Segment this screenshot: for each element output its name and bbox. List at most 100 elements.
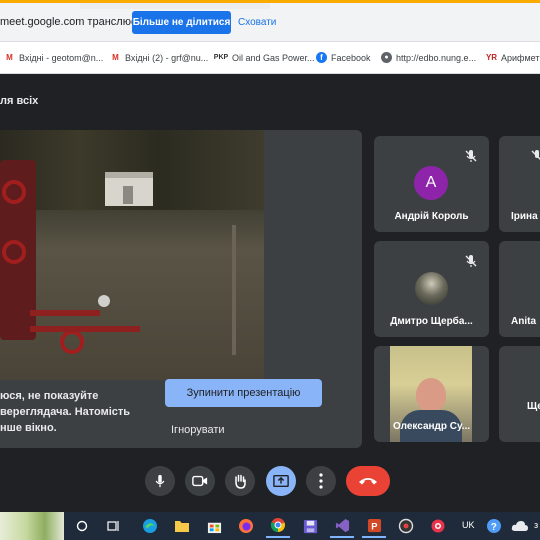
presentation-warning-text: юся, не показуйте вереглядача. Натомість… [0, 388, 150, 436]
camera-icon [192, 475, 208, 487]
task-view-icon [107, 521, 119, 531]
participant-tile[interactable]: Дмитро Щерба... [374, 241, 489, 337]
weather-button[interactable] [508, 514, 532, 538]
present-screen-button[interactable] [266, 466, 296, 496]
valve-wheel [60, 330, 84, 354]
warning-line: нше вікно. [0, 422, 57, 434]
bookmark-gmail-grf[interactable]: M Вхідні (2) - grf@nu... [110, 52, 208, 63]
cortana-button[interactable] [70, 514, 94, 538]
bookmark-label: Oil and Gas Power... [232, 52, 315, 63]
warning-line: вереглядача. Натомість [0, 406, 131, 418]
folder-icon [175, 521, 189, 532]
call-controls [0, 460, 540, 510]
stop-sharing-button[interactable]: Більше не ділитися [132, 11, 231, 34]
language-indicator[interactable]: UK [462, 520, 475, 530]
stop-presentation-button[interactable]: Зупинити презентацію [165, 379, 322, 407]
pkr-icon: PKP [213, 54, 229, 61]
taskbar-save-app[interactable] [298, 514, 322, 538]
visual-studio-icon [335, 518, 349, 532]
taskbar-visual-studio[interactable] [330, 514, 354, 538]
firefox-icon [239, 519, 253, 533]
taskbar-store[interactable] [202, 514, 226, 538]
app-icon [431, 519, 445, 533]
task-view-button[interactable] [102, 514, 126, 538]
pipe [30, 310, 100, 316]
participant-tile[interactable]: Anita [499, 241, 540, 337]
cortana-icon [76, 520, 88, 532]
powerpoint-icon: P [367, 518, 381, 532]
avatar [415, 272, 448, 305]
end-call-icon [359, 478, 377, 485]
globe-icon: ● [381, 52, 392, 63]
avatar: А [414, 166, 448, 200]
raise-hand-icon [235, 474, 246, 489]
clock-fragment: з [534, 520, 539, 530]
mic-off-icon [465, 150, 477, 162]
cloud-icon [511, 521, 528, 531]
yr-icon: YR [485, 53, 498, 62]
bookmark-edbo[interactable]: ● http://edbo.nung.e... [381, 52, 476, 63]
pipe [30, 326, 140, 332]
svg-text:?: ? [491, 522, 497, 533]
taskbar-powerpoint[interactable]: P [362, 514, 386, 538]
taskbar-file-explorer[interactable] [170, 514, 194, 538]
presentation-panel: юся, не показуйте вереглядача. Натомість… [0, 130, 362, 448]
meet-header: ля всіх [0, 74, 540, 128]
help-button[interactable]: ? [482, 514, 506, 538]
store-icon [207, 522, 221, 533]
pressure-gauge [98, 295, 110, 307]
raise-hand-button[interactable] [225, 466, 255, 496]
floppy-disk-icon [303, 519, 317, 533]
mic-button[interactable] [145, 466, 175, 496]
present-screen-icon [273, 474, 289, 488]
search-highlight-image[interactable] [0, 512, 64, 540]
participant-name: Дмитро Щерба... [390, 316, 473, 327]
bookmark-gmail-geotom[interactable]: M Вхідні - geotom@n... [4, 52, 103, 63]
participant-name: Anita [511, 316, 536, 327]
taskbar-firefox[interactable] [234, 514, 258, 538]
participant-name: Андрій Король [394, 211, 469, 222]
ignore-button[interactable]: Ігнорувати [171, 424, 225, 436]
tab-strip-fragment [80, 3, 270, 9]
shared-screen-image [0, 130, 264, 380]
chrome-icon [270, 518, 285, 533]
bookmark-facebook[interactable]: f Facebook [316, 52, 371, 63]
end-call-button[interactable] [346, 466, 390, 496]
bookmarks-bar: M Вхідні - geotom@n... M Вхідні (2) - gr… [0, 42, 540, 74]
participant-tile[interactable]: Ірина [499, 136, 540, 232]
camera-button[interactable] [185, 466, 215, 496]
edge-icon [143, 519, 157, 533]
more-options-icon [319, 473, 323, 489]
taskbar-chrome[interactable] [266, 514, 290, 538]
mic-off-icon [465, 255, 477, 267]
warning-line: юся, не показуйте [0, 390, 99, 402]
taskbar-app[interactable] [426, 514, 450, 538]
recorder-icon [398, 518, 414, 534]
hide-notification-button[interactable]: Сховати [238, 17, 276, 28]
valve-wheel [2, 180, 26, 204]
screen-share-notification-bar: meet.google.com транслює вікно. Більше н… [0, 0, 540, 42]
bookmark-label: Facebook [331, 52, 371, 63]
mic-icon [155, 474, 165, 488]
bookmark-label: Арифмет [501, 52, 540, 63]
shed-door [123, 186, 133, 204]
mic-off-icon [531, 150, 540, 160]
more-options-button[interactable] [306, 466, 336, 496]
participant-tile[interactable]: Ще [499, 346, 540, 442]
participant-name: Ще [527, 401, 540, 412]
bookmark-label: Вхідні (2) - grf@nu... [125, 52, 209, 63]
participant-name: Ірина [511, 211, 538, 222]
taskbar-screen-recorder[interactable] [394, 514, 418, 538]
participant-tile[interactable]: А Андрій Король [374, 136, 489, 232]
valve-wheel [2, 240, 26, 264]
gmail-icon: M [112, 53, 119, 62]
windows-taskbar: P UK ? з [0, 512, 540, 540]
bookmark-oil-gas[interactable]: PKP Oil and Gas Power... [214, 52, 315, 63]
participant-tile[interactable]: Олександр Су... [374, 346, 489, 442]
gmail-icon: M [6, 53, 13, 62]
taskbar-edge[interactable] [138, 514, 162, 538]
bookmark-arithmetic[interactable]: YR Арифмет [485, 52, 540, 63]
fence-post [232, 225, 236, 355]
svg-text:P: P [371, 521, 377, 531]
participant-name: Олександр Су... [392, 421, 471, 432]
